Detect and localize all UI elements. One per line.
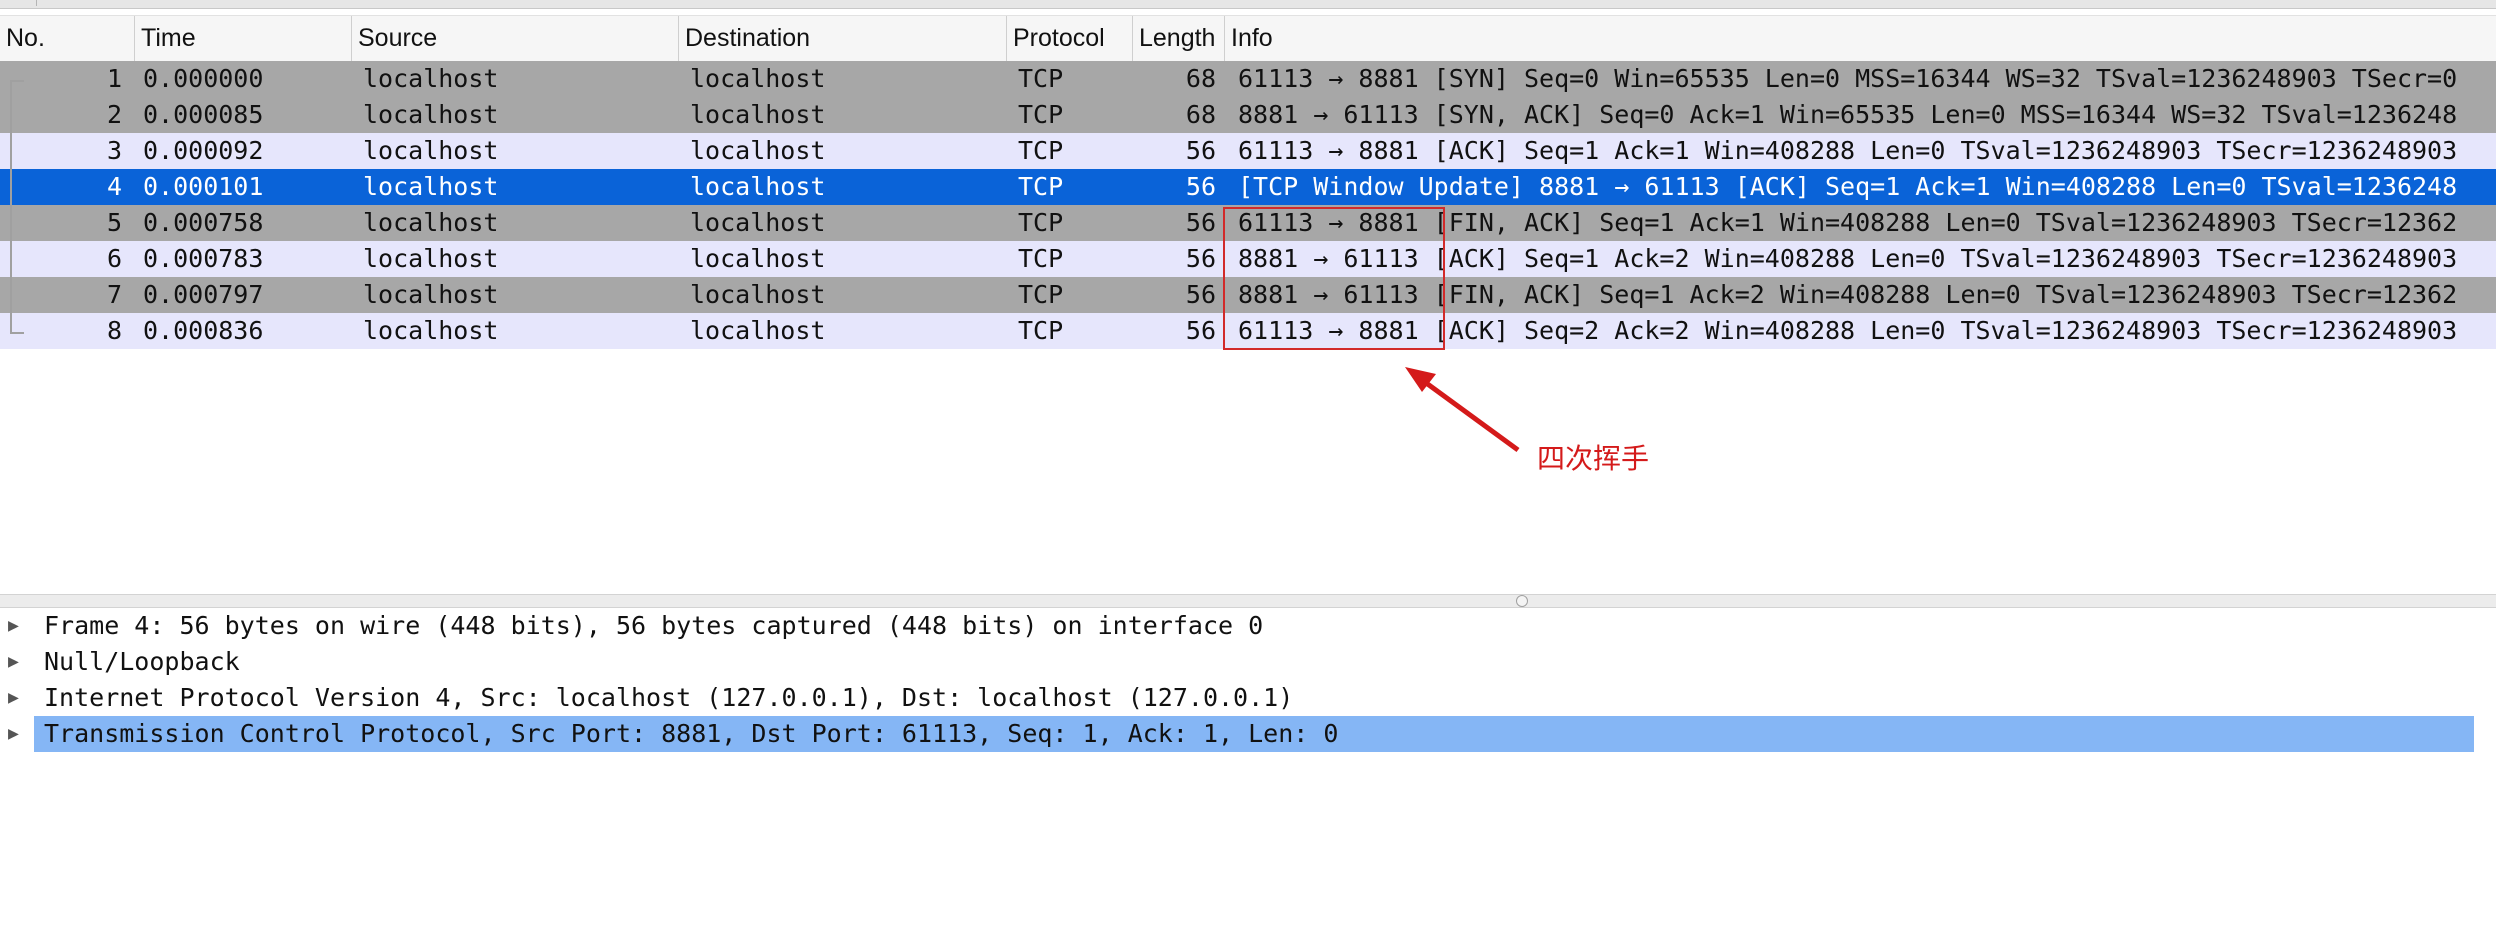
detail-row-frame[interactable]: ▶ Frame 4: 56 bytes on wire (448 bits), … xyxy=(0,608,2496,644)
packet-destination: localhost xyxy=(690,280,826,309)
top-toolbar-strip xyxy=(0,0,2496,9)
packet-time: 0.000000 xyxy=(143,64,264,93)
pane-splitter[interactable] xyxy=(0,594,2496,608)
packet-length: 56 xyxy=(1185,208,1216,237)
packet-source: localhost xyxy=(363,316,499,345)
packet-time: 0.000092 xyxy=(143,136,264,165)
packet-info: 61113 → 8881 [ACK] Seq=1 Ack=1 Win=40828… xyxy=(1238,136,2458,165)
packet-length: 56 xyxy=(1185,316,1216,345)
packet-destination: localhost xyxy=(690,208,826,237)
packet-length: 56 xyxy=(1185,172,1216,201)
expand-triangle-icon[interactable]: ▶ xyxy=(8,680,19,716)
column-header-protocol[interactable]: Protocol xyxy=(1007,16,1133,61)
packet-protocol: TCP xyxy=(1018,136,1064,165)
packet-time: 0.000085 xyxy=(143,100,264,129)
detail-text: Null/Loopback xyxy=(44,647,240,676)
packet-protocol: TCP xyxy=(1018,64,1064,93)
packet-row[interactable]: 1 0.000000 localhost localhost TCP 68 61… xyxy=(0,61,2496,97)
packet-destination: localhost xyxy=(690,316,826,345)
detail-text: Frame 4: 56 bytes on wire (448 bits), 56… xyxy=(44,611,1264,640)
packet-source: localhost xyxy=(363,64,499,93)
expand-triangle-icon[interactable]: ▶ xyxy=(8,608,19,644)
column-header-info[interactable]: Info xyxy=(1225,16,2496,61)
packet-list-header: No. Time Source Destination Protocol Len… xyxy=(0,15,2496,62)
packet-time: 0.000783 xyxy=(143,244,264,273)
toolbar-segment xyxy=(0,0,37,6)
packet-protocol: TCP xyxy=(1018,244,1064,273)
packet-protocol: TCP xyxy=(1018,100,1064,129)
packet-length: 68 xyxy=(1185,100,1216,129)
packet-source: localhost xyxy=(363,244,499,273)
annotation-highlight-box xyxy=(1223,207,1445,350)
detail-text: Transmission Control Protocol, Src Port:… xyxy=(34,716,2474,752)
expand-triangle-icon[interactable]: ▶ xyxy=(8,716,19,752)
packet-source: localhost xyxy=(363,208,499,237)
packet-time: 0.000101 xyxy=(143,172,264,201)
packet-source: localhost xyxy=(363,172,499,201)
detail-row-null-loopback[interactable]: ▶ Null/Loopback xyxy=(0,644,2496,680)
column-header-destination[interactable]: Destination xyxy=(679,16,1007,61)
packet-destination: localhost xyxy=(690,244,826,273)
packet-row-selected[interactable]: 4 0.000101 localhost localhost TCP 56 [T… xyxy=(0,169,2496,205)
packet-source: localhost xyxy=(363,136,499,165)
packet-protocol: TCP xyxy=(1018,172,1064,201)
expand-triangle-icon[interactable]: ▶ xyxy=(8,644,19,680)
packet-length: 56 xyxy=(1185,136,1216,165)
packet-source: localhost xyxy=(363,100,499,129)
packet-protocol: TCP xyxy=(1018,208,1064,237)
detail-row-ipv4[interactable]: ▶ Internet Protocol Version 4, Src: loca… xyxy=(0,680,2496,716)
packet-destination: localhost xyxy=(690,100,826,129)
packet-protocol: TCP xyxy=(1018,280,1064,309)
packet-row[interactable]: 2 0.000085 localhost localhost TCP 68 88… xyxy=(0,97,2496,133)
packet-destination: localhost xyxy=(690,64,826,93)
column-header-source[interactable]: Source xyxy=(352,16,679,61)
packet-length: 68 xyxy=(1185,64,1216,93)
packet-destination: localhost xyxy=(690,136,826,165)
packet-protocol: TCP xyxy=(1018,316,1064,345)
column-header-length[interactable]: Length xyxy=(1133,16,1225,61)
detail-row-tcp[interactable]: ▶ Transmission Control Protocol, Src Por… xyxy=(0,716,2496,752)
column-header-time[interactable]: Time xyxy=(135,16,352,61)
packet-time: 0.000836 xyxy=(143,316,264,345)
packet-destination: localhost xyxy=(690,172,826,201)
packet-info: 61113 → 8881 [SYN] Seq=0 Win=65535 Len=0… xyxy=(1238,64,2458,93)
conversation-bracket xyxy=(10,80,24,334)
annotation-label: 四次挥手 xyxy=(1537,442,1650,475)
detail-text: Internet Protocol Version 4, Src: localh… xyxy=(44,683,1294,712)
column-header-no[interactable]: No. xyxy=(0,16,135,61)
splitter-handle-icon[interactable] xyxy=(1516,595,1528,607)
packet-source: localhost xyxy=(363,280,499,309)
packet-info: 8881 → 61113 [SYN, ACK] Seq=0 Ack=1 Win=… xyxy=(1238,100,2458,129)
packet-time: 0.000797 xyxy=(143,280,264,309)
packet-length: 56 xyxy=(1185,244,1216,273)
packet-time: 0.000758 xyxy=(143,208,264,237)
packet-info: [TCP Window Update] 8881 → 61113 [ACK] S… xyxy=(1238,172,2458,201)
packet-length: 56 xyxy=(1185,280,1216,309)
packet-row[interactable]: 3 0.000092 localhost localhost TCP 56 61… xyxy=(0,133,2496,169)
